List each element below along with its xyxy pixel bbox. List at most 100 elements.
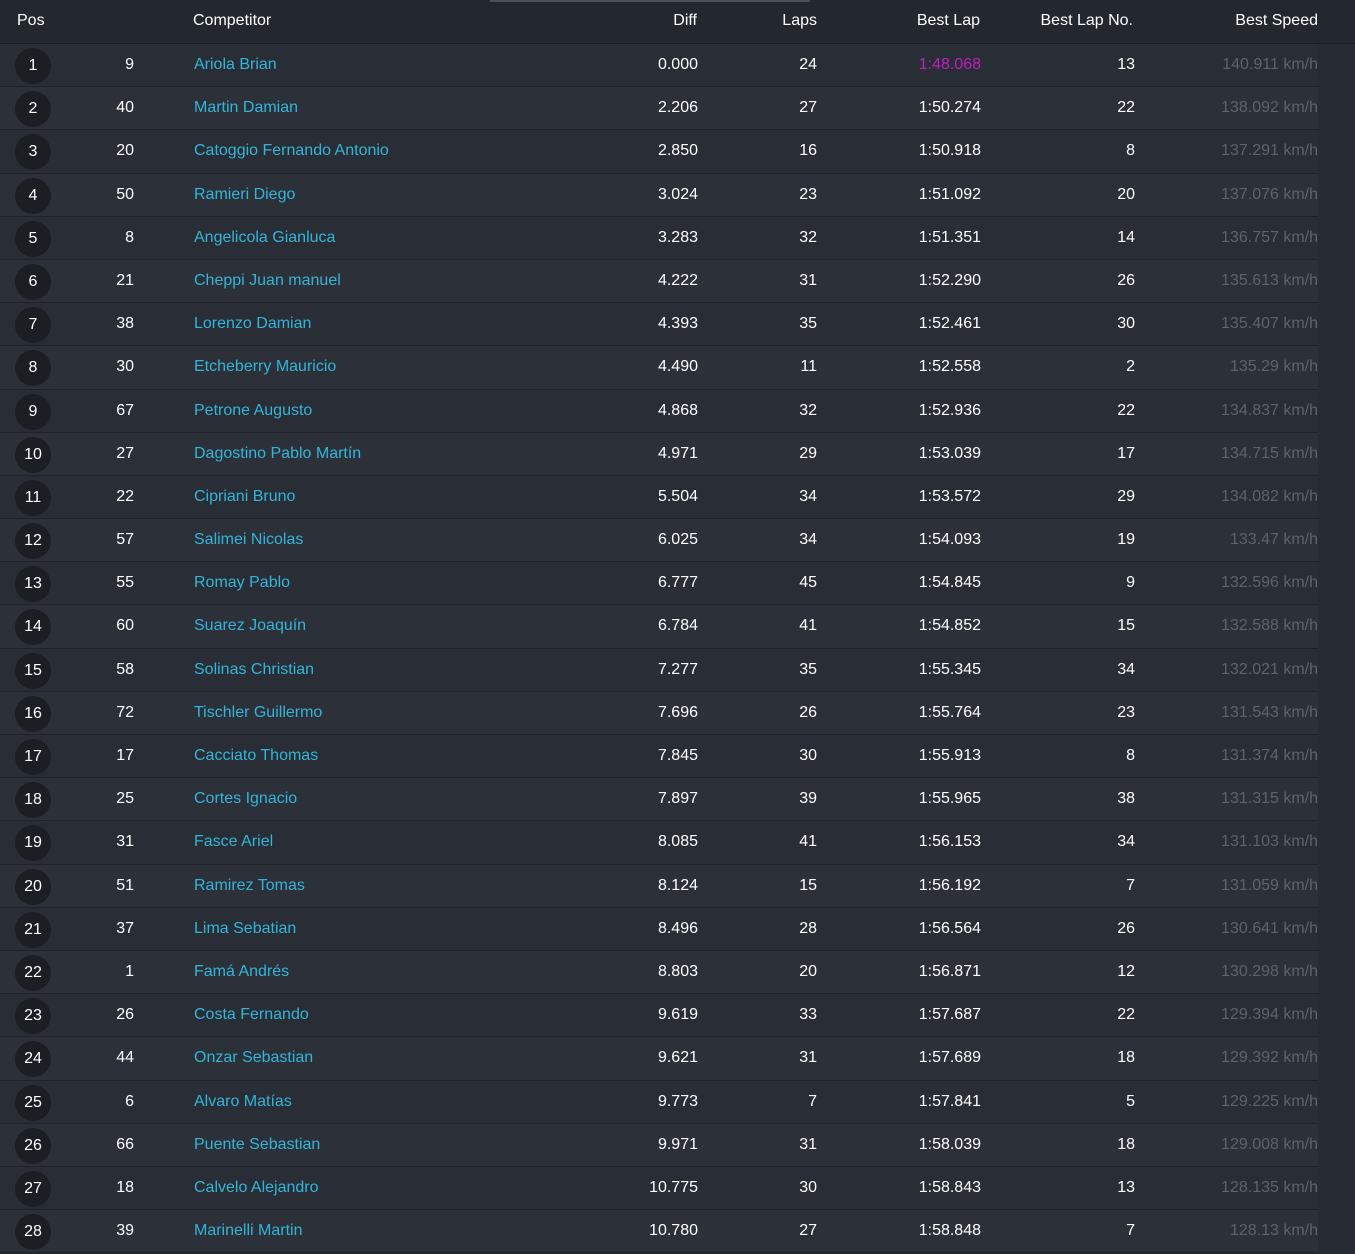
- competitor-link[interactable]: Etcheberry Mauricio: [194, 358, 336, 375]
- competitor-name[interactable]: Salimei Nicolas: [194, 531, 303, 549]
- competitor-name[interactable]: Solinas Christian: [194, 661, 314, 679]
- competitor-link[interactable]: Onzar Sebastian: [194, 1049, 313, 1066]
- competitor-link[interactable]: Puente Sebastian: [194, 1136, 320, 1153]
- competitor-link[interactable]: Dagostino Pablo Martín: [194, 445, 361, 462]
- best-lap-no-value: 8: [1126, 142, 1135, 160]
- competitor-name[interactable]: Lorenzo Damian: [194, 315, 311, 333]
- competitor-link[interactable]: Salimei Nicolas: [194, 531, 303, 548]
- competitor-link[interactable]: Costa Fernando: [194, 1006, 309, 1023]
- car-number: 60: [116, 617, 134, 635]
- competitor-name[interactable]: Romay Pablo: [194, 574, 290, 592]
- competitor-name[interactable]: Lima Sebatian: [194, 920, 296, 938]
- table-row: 23 26 Costa Fernando 9.619 33 1:57.687 22 129.3…: [0, 994, 1318, 1038]
- competitor-name[interactable]: Puente Sebastian: [194, 1136, 320, 1154]
- competitor-name[interactable]: Calvelo Alejandro: [194, 1179, 319, 1197]
- competitor-name[interactable]: Etcheberry Mauricio: [194, 358, 336, 376]
- car-number: 44: [116, 1049, 134, 1067]
- competitor-name[interactable]: Cheppi Juan manuel: [194, 272, 341, 290]
- competitor-name[interactable]: Fasce Ariel: [194, 833, 273, 851]
- diff-value: 2.206: [657, 99, 698, 117]
- header-competitor[interactable]: Competitor: [193, 12, 271, 30]
- competitor-name[interactable]: Tischler Guillermo: [194, 704, 322, 722]
- competitor-link[interactable]: Alvaro Matías: [194, 1093, 292, 1110]
- competitor-name[interactable]: Marinelli Martin: [194, 1222, 302, 1240]
- best-speed-value: 131.103 km/h: [1221, 833, 1318, 851]
- diff-value: 3.283: [657, 228, 698, 246]
- competitor-name[interactable]: Ramieri Diego: [194, 186, 295, 204]
- competitor-name[interactable]: Angelicola Gianluca: [194, 229, 335, 247]
- competitor-name[interactable]: Cipriani Bruno: [194, 488, 295, 506]
- position-badge: 3: [15, 134, 51, 171]
- competitor-link[interactable]: Lorenzo Damian: [194, 315, 311, 332]
- competitor-link[interactable]: Marinelli Martin: [194, 1222, 302, 1239]
- best-lap-no-value: 30: [1117, 315, 1135, 333]
- competitor-link[interactable]: Cipriani Bruno: [194, 488, 295, 505]
- competitor-link[interactable]: Ramieri Diego: [194, 186, 295, 203]
- competitor-link[interactable]: Solinas Christian: [194, 661, 314, 678]
- header-best-lap-no[interactable]: Best Lap No.: [1041, 12, 1134, 30]
- best-lap-value: 1:57.689: [918, 1049, 981, 1067]
- competitor-name[interactable]: Catoggio Fernando Antonio: [194, 142, 389, 160]
- competitor-link[interactable]: Ariola Brian: [194, 56, 277, 73]
- competitor-name[interactable]: Dagostino Pablo Martín: [194, 445, 361, 463]
- best-speed-value: 132.588 km/h: [1221, 617, 1318, 635]
- car-number: 57: [116, 531, 134, 549]
- competitor-link[interactable]: Romay Pablo: [194, 574, 290, 591]
- competitor-name[interactable]: Cacciato Thomas: [194, 747, 318, 765]
- car-number: 8: [125, 228, 134, 246]
- best-lap-value: 1:50.274: [918, 99, 981, 117]
- competitor-name[interactable]: Petrone Augusto: [194, 402, 312, 420]
- laps-value: 41: [799, 617, 817, 635]
- best-lap-no-value: 7: [1126, 876, 1135, 894]
- best-speed-value: 137.076 km/h: [1221, 185, 1318, 203]
- header-laps[interactable]: Laps: [782, 12, 817, 30]
- competitor-link[interactable]: Suarez Joaquín: [194, 617, 306, 634]
- competitor-name[interactable]: Ariola Brian: [194, 56, 277, 74]
- competitor-link[interactable]: Catoggio Fernando Antonio: [194, 142, 389, 159]
- car-number: 27: [116, 444, 134, 462]
- competitor-link[interactable]: Petrone Augusto: [194, 402, 312, 419]
- best-lap-value: 1:48.068: [918, 56, 981, 73]
- competitor-link[interactable]: Cheppi Juan manuel: [194, 272, 341, 289]
- car-number: 40: [116, 99, 134, 117]
- header-best-speed[interactable]: Best Speed: [1235, 12, 1318, 30]
- competitor-name[interactable]: Martin Damian: [194, 99, 298, 117]
- best-lap-value: 1:57.841: [918, 1092, 981, 1110]
- header-best-lap[interactable]: Best Lap: [917, 12, 980, 30]
- competitor-name[interactable]: Costa Fernando: [194, 1006, 309, 1024]
- competitor-link[interactable]: Cortes Ignacio: [194, 790, 297, 807]
- diff-value: 8.085: [657, 833, 698, 851]
- competitor-link[interactable]: Calvelo Alejandro: [194, 1179, 319, 1196]
- competitor-name[interactable]: Suarez Joaquín: [194, 617, 306, 635]
- competitor-name[interactable]: Onzar Sebastian: [194, 1049, 313, 1067]
- best-lap-value: 1:55.965: [918, 790, 981, 808]
- best-lap-value: 1:58.843: [918, 1178, 981, 1196]
- competitor-link[interactable]: Ramirez Tomas: [194, 877, 305, 894]
- competitor-link[interactable]: Lima Sebatian: [194, 920, 296, 937]
- diff-value: 4.868: [657, 401, 698, 419]
- table-row: 12 57 Salimei Nicolas 6.025 34 1:54.093 19 133.…: [0, 519, 1318, 563]
- competitor-name[interactable]: Alvaro Matías: [194, 1093, 292, 1111]
- table-row: 21 37 Lima Sebatian 8.496 28 1:56.564 26 130.64…: [0, 907, 1318, 951]
- laps-value: 31: [799, 1135, 817, 1153]
- competitor-link[interactable]: Martin Damian: [194, 99, 298, 116]
- competitor-name[interactable]: Cortes Ignacio: [194, 790, 297, 808]
- laps-value: 20: [799, 962, 817, 980]
- competitor-name[interactable]: Ramirez Tomas: [194, 877, 305, 895]
- best-speed-value: 138.092 km/h: [1221, 99, 1318, 117]
- best-lap-value: 1:58.039: [918, 1135, 981, 1153]
- competitor-link[interactable]: Cacciato Thomas: [194, 747, 318, 764]
- competitor-link[interactable]: Fasce Ariel: [194, 833, 273, 850]
- best-lap-value: 1:52.558: [918, 358, 981, 376]
- competitor-link[interactable]: Angelicola Gianluca: [194, 229, 335, 246]
- header-pos[interactable]: Pos: [17, 12, 45, 30]
- diff-value: 10.775: [649, 1178, 698, 1196]
- car-number: 9: [125, 56, 134, 73]
- competitor-name[interactable]: Famá Andrés: [194, 963, 289, 981]
- table-row: 13 55 Romay Pablo 6.777 45 1:54.845 9 132.596 k…: [0, 562, 1318, 606]
- competitor-link[interactable]: Tischler Guillermo: [194, 704, 322, 721]
- header-diff[interactable]: Diff: [673, 12, 697, 30]
- best-lap-no-value: 34: [1117, 833, 1135, 851]
- position-badge: 23: [15, 998, 51, 1035]
- competitor-link[interactable]: Famá Andrés: [194, 963, 289, 980]
